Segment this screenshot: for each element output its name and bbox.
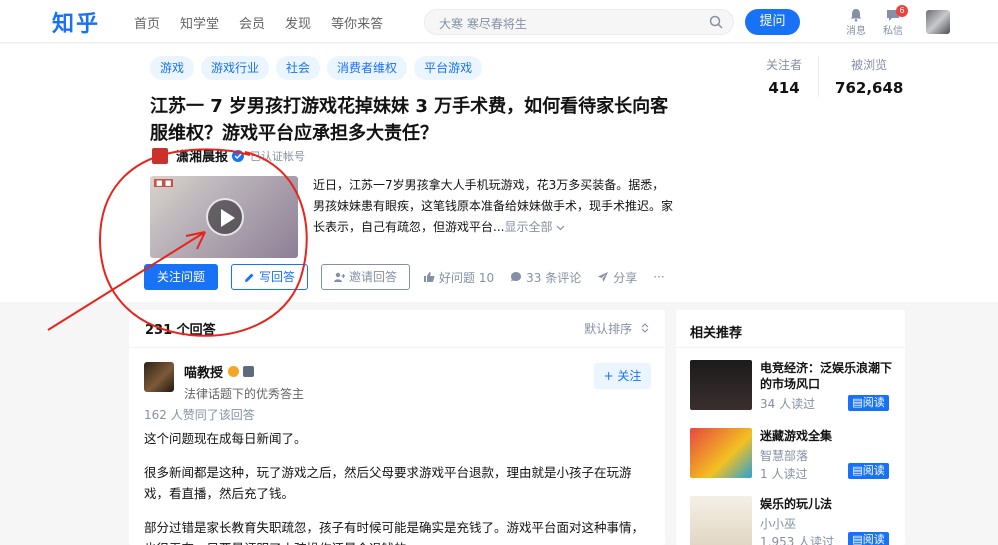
member-badge-icon bbox=[243, 366, 255, 377]
related-recommendations: 相关推荐 电竞经济：泛娱乐浪潮下的市场风口 34 人读过 ▤阅读 迷藏游戏全集 … bbox=[676, 310, 905, 545]
zhihu-logo[interactable]: 知乎 bbox=[52, 6, 100, 38]
share-button[interactable]: 分享 bbox=[597, 269, 637, 286]
book-title[interactable]: 迷藏游戏全集 bbox=[760, 428, 900, 444]
answer-paragraph: 这个问题现在成每日新闻了。 bbox=[144, 431, 307, 446]
video-thumbnail[interactable]: ■ ■ bbox=[150, 176, 298, 258]
user-avatar[interactable] bbox=[926, 10, 950, 34]
pencil-icon bbox=[245, 273, 254, 282]
avatar[interactable] bbox=[144, 362, 174, 392]
invite-answer-button[interactable]: 邀请回答 bbox=[321, 264, 411, 290]
book-cover[interactable] bbox=[690, 428, 752, 478]
comments-label: 33 条评论 bbox=[526, 270, 582, 285]
book-cover[interactable] bbox=[690, 360, 752, 410]
nav-waiting-answers[interactable]: 等你来答 bbox=[331, 13, 383, 32]
nav-zhixuetang[interactable]: 知学堂 bbox=[180, 13, 219, 32]
sort-label: 默认排序 bbox=[584, 322, 633, 336]
answer-content: 这个问题现在成每日新闻了。 很多新闻都是这种，玩了游戏之后，然后父母要求游戏平台… bbox=[144, 428, 654, 545]
read-button[interactable]: ▤阅读 bbox=[848, 532, 889, 545]
read-button[interactable]: ▤阅读 bbox=[848, 463, 889, 479]
answer-author-info: 喵教授 法律话题下的优秀答主 bbox=[184, 362, 304, 402]
answer-paragraph: 很多新闻都是这种，玩了游戏之后，然后父母要求游戏平台退款，理由就是小孩子在玩游戏… bbox=[144, 465, 632, 501]
question-title: 江苏一 7 岁男孩打游戏花掉妹妹 3 万手术费，如何看待家长向客服维权？游戏平台… bbox=[150, 96, 669, 144]
answer-author-desc: 法律话题下的优秀答主 bbox=[184, 387, 305, 401]
top-navigation-bar: 知乎 首页 知学堂 会员 发现 等你来答 大寒 寒尽春将生 提问 消息 6 私信 bbox=[0, 0, 998, 43]
good-question-label: 好问题 10 bbox=[439, 270, 495, 285]
bell-icon bbox=[850, 9, 862, 22]
ask-question-button[interactable]: 提问 bbox=[745, 9, 800, 35]
read-button[interactable]: ▤阅读 bbox=[848, 395, 889, 411]
book-title[interactable]: 电竞经济：泛娱乐浪潮下的市场风口 bbox=[760, 360, 900, 392]
nav-discover[interactable]: 发现 bbox=[285, 13, 311, 32]
topic-tag[interactable]: 社会 bbox=[276, 56, 321, 80]
invite-answer-label: 邀请回答 bbox=[349, 270, 398, 284]
topic-tag[interactable]: 游戏行业 bbox=[201, 56, 270, 80]
views-label: 被浏览 bbox=[851, 58, 888, 72]
messages-label: 私信 bbox=[883, 26, 903, 37]
book-cover[interactable] bbox=[690, 496, 752, 545]
share-icon bbox=[598, 272, 609, 282]
messages-badge: 6 bbox=[896, 5, 908, 17]
answers-list: 231 个回答 默认排序 喵教授 法律话题下的优秀答主 + 关注 162 人赞同… bbox=[129, 310, 665, 545]
followers-stat[interactable]: 关注者 414 bbox=[750, 56, 818, 97]
sort-dropdown[interactable]: 默认排序 bbox=[584, 320, 649, 337]
book-icon: ▤ bbox=[852, 464, 863, 477]
views-count: 762,648 bbox=[835, 79, 904, 97]
question-actions: 关注问题 写回答 邀请回答 好问题 10 33 条评论 分享 ··· bbox=[144, 264, 681, 290]
author-name[interactable]: 潇湘晨报 bbox=[176, 146, 228, 165]
write-answer-button[interactable]: 写回答 bbox=[231, 264, 309, 290]
play-icon[interactable] bbox=[206, 198, 244, 236]
upvote-count: 162 人赞同了该回答 bbox=[144, 408, 255, 422]
follow-question-button[interactable]: 关注问题 bbox=[144, 264, 218, 290]
sort-arrows-icon bbox=[641, 323, 649, 333]
book-icon: ▤ bbox=[852, 396, 863, 409]
answer-author-name[interactable]: 喵教授 bbox=[184, 362, 304, 381]
notifications-label: 消息 bbox=[846, 26, 866, 37]
more-options-button[interactable]: ··· bbox=[653, 270, 664, 284]
search-icon[interactable] bbox=[709, 15, 723, 29]
thumbs-up-icon bbox=[424, 272, 435, 282]
views-stat: 被浏览 762,648 bbox=[818, 56, 919, 97]
comment-icon bbox=[511, 272, 522, 282]
related-title: 相关推荐 bbox=[676, 310, 905, 348]
question-author: 潇湘晨报 已认证帐号 bbox=[152, 146, 305, 165]
nav-membership[interactable]: 会员 bbox=[239, 13, 265, 32]
question-stats: 关注者 414 被浏览 762,648 bbox=[750, 56, 919, 97]
verified-icon bbox=[232, 149, 245, 162]
answer-author: 喵教授 法律话题下的优秀答主 bbox=[144, 362, 304, 402]
followers-label: 关注者 bbox=[766, 58, 803, 72]
write-answer-label: 写回答 bbox=[259, 270, 296, 284]
excerpt-text: 近日，江苏一7岁男孩拿大人手机玩游戏，花3万多买装备。据悉，男孩妹妹患有眼疾，这… bbox=[313, 178, 674, 234]
notifications-button[interactable]: 消息 bbox=[841, 8, 871, 37]
share-label: 分享 bbox=[613, 270, 638, 285]
verified-account-tag: 已认证帐号 bbox=[250, 149, 306, 163]
topic-tag[interactable]: 消费者维权 bbox=[327, 56, 408, 80]
search-placeholder: 大寒 寒尽春将生 bbox=[439, 17, 527, 31]
main-nav: 首页 知学堂 会员 发现 等你来答 bbox=[134, 13, 403, 32]
nav-home[interactable]: 首页 bbox=[134, 13, 160, 32]
question-excerpt: 近日，江苏一7岁男孩拿大人手机玩游戏，花3万多买装备。据悉，男孩妹妹患有眼疾，这… bbox=[313, 175, 673, 238]
topic-tag[interactable]: 平台游戏 bbox=[414, 56, 483, 80]
comments-button[interactable]: 33 条评论 bbox=[510, 269, 581, 286]
book-title[interactable]: 娱乐的玩儿法 bbox=[760, 496, 900, 512]
topic-tag[interactable]: 游戏 bbox=[150, 56, 195, 80]
excellent-badge-icon bbox=[228, 366, 240, 377]
search-input[interactable]: 大寒 寒尽春将生 bbox=[424, 9, 734, 35]
question-header: 游戏 游戏行业 社会 消费者维权 平台游戏 关注者 414 被浏览 762,64… bbox=[0, 44, 998, 302]
follow-author-button[interactable]: + 关注 bbox=[594, 363, 651, 389]
topic-tags: 游戏 游戏行业 社会 消费者维权 平台游戏 bbox=[150, 56, 489, 80]
answer-paragraph: 部分过错是家长教育失职疏忽，孩子有时候可能是确实是充钱了。游戏平台面对这种事情，… bbox=[144, 520, 645, 545]
answers-count: 231 个回答 bbox=[145, 323, 216, 338]
author-logo[interactable] bbox=[152, 147, 168, 164]
good-question-button[interactable]: 好问题 10 bbox=[423, 269, 494, 286]
video-source-logo: ■ ■ bbox=[154, 179, 174, 187]
answers-header: 231 个回答 默认排序 bbox=[129, 310, 665, 348]
book-icon: ▤ bbox=[852, 533, 863, 545]
book-author: 智慧部落 bbox=[760, 449, 809, 463]
chevron-down-icon bbox=[556, 225, 565, 231]
book-author: 小小巫 bbox=[760, 517, 797, 531]
messages-button[interactable]: 6 私信 bbox=[878, 5, 908, 37]
add-user-icon bbox=[334, 272, 346, 282]
show-all-link[interactable]: 显示全部 bbox=[504, 220, 565, 234]
followers-count: 414 bbox=[768, 79, 800, 97]
